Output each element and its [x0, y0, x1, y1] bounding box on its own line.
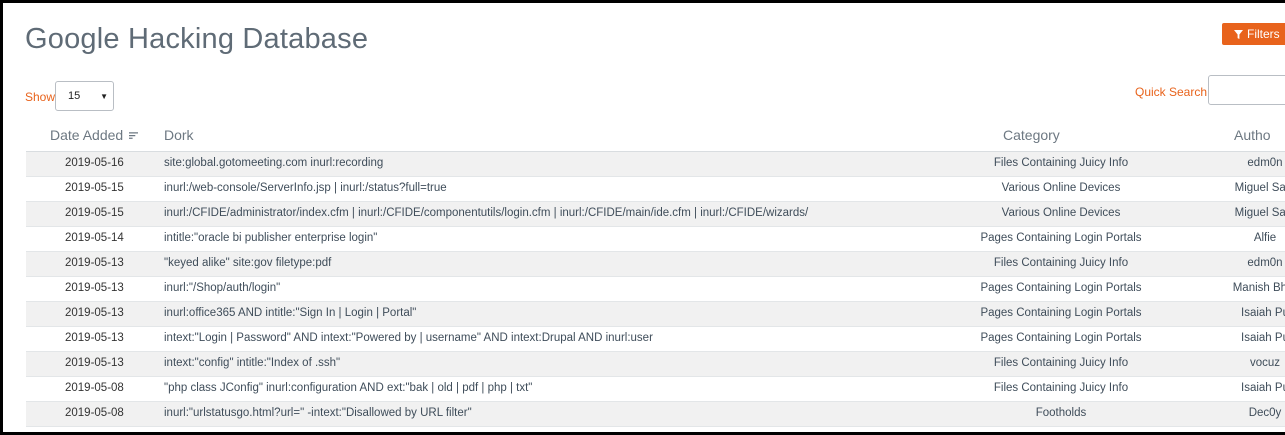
row-dork-link[interactable]: inurl:office365 AND intitle:"Sign In | L…: [164, 307, 416, 319]
filters-button[interactable]: Filters: [1222, 23, 1285, 45]
row-category-link[interactable]: Various Online Devices: [921, 182, 1201, 194]
row-date: 2019-05-15: [65, 207, 124, 219]
filters-label: Filters: [1247, 27, 1280, 41]
row-dork-link[interactable]: inurl:"urlstatusgo.html?url=" -intext:"D…: [164, 407, 472, 419]
row-category-link[interactable]: Pages Containing Login Portals: [921, 307, 1201, 319]
row-date: 2019-05-13: [65, 307, 124, 319]
row-author-link[interactable]: edm0n: [1206, 257, 1285, 269]
row-author-link[interactable]: Miguel Sant: [1206, 182, 1285, 194]
table-row: 2019-05-13 inurl:office365 AND intitle:"S…: [26, 302, 1285, 327]
row-category-link[interactable]: Files Containing Juicy Info: [921, 357, 1201, 369]
quick-search-input[interactable]: [1208, 75, 1285, 105]
row-author-link[interactable]: Isaiah Pu: [1206, 307, 1285, 319]
table-row: 2019-05-13 inurl:"/Shop/auth/login" Pages …: [26, 277, 1285, 302]
dork-table: Date Added Dork Category Autho 2019-05-1…: [26, 121, 1285, 427]
row-dork-link[interactable]: "keyed alike" site:gov filetype:pdf: [164, 257, 331, 269]
row-category-link[interactable]: Pages Containing Login Portals: [921, 232, 1201, 244]
row-dork-link[interactable]: inurl:/web-console/ServerInfo.jsp | inur…: [164, 182, 447, 194]
table-row: 2019-05-15 inurl:/CFIDE/administrator/ind…: [26, 202, 1285, 227]
table-row: 2019-05-14 intitle:"oracle bi publisher e…: [26, 227, 1285, 252]
row-date: 2019-05-13: [65, 357, 124, 369]
column-header-dork[interactable]: Dork: [164, 127, 194, 143]
column-header-author[interactable]: Autho: [1234, 127, 1271, 143]
row-author-link[interactable]: Isaiah Pu: [1206, 332, 1285, 344]
row-date: 2019-05-08: [65, 407, 124, 419]
table-row: 2019-05-16 site:global.gotomeeting.com in…: [26, 152, 1285, 177]
row-category-link[interactable]: Footholds: [921, 407, 1201, 419]
page-title: Google Hacking Database: [25, 23, 369, 55]
table-row: 2019-05-13 intext:"Login | Password" AND …: [26, 327, 1285, 352]
row-date: 2019-05-13: [65, 282, 124, 294]
column-header-category[interactable]: Category: [1003, 127, 1060, 143]
row-author-link[interactable]: vocuz: [1206, 357, 1285, 369]
table-body: 2019-05-16 site:global.gotomeeting.com in…: [26, 152, 1285, 427]
row-author-link[interactable]: Alfie: [1206, 232, 1285, 244]
sort-icon: [129, 132, 139, 139]
show-label: Show: [25, 90, 56, 104]
table-row: 2019-05-08 inurl:"urlstatusgo.html?url=" …: [26, 402, 1285, 427]
row-date: 2019-05-15: [65, 182, 124, 194]
column-header-date-label: Date Added: [50, 127, 124, 143]
row-dork-link[interactable]: inurl:"/Shop/auth/login": [164, 282, 280, 294]
column-header-date[interactable]: Date Added: [50, 127, 139, 143]
row-category-link[interactable]: Pages Containing Login Portals: [921, 282, 1201, 294]
row-author-link[interactable]: Dec0y: [1206, 407, 1285, 419]
entries-per-page-select[interactable]: 15 ▼: [55, 81, 114, 111]
row-dork-link[interactable]: intext:"Login | Password" AND intext:"Po…: [164, 332, 653, 344]
row-author-link[interactable]: Manish Bhar: [1206, 282, 1285, 294]
table-row: 2019-05-13 "keyed alike" site:gov filetyp…: [26, 252, 1285, 277]
table-row: 2019-05-08 "php class JConfig" inurl:conf…: [26, 377, 1285, 402]
row-category-link[interactable]: Various Online Devices: [921, 207, 1201, 219]
row-dork-link[interactable]: inurl:/CFIDE/administrator/index.cfm | i…: [164, 207, 808, 219]
row-author-link[interactable]: edm0n: [1206, 157, 1285, 169]
row-author-link[interactable]: Isaiah Pu: [1206, 382, 1285, 394]
row-dork-link[interactable]: intitle:"oracle bi publisher enterprise …: [164, 232, 377, 244]
show-value: 15: [68, 90, 81, 102]
table-row: 2019-05-13 intext:"config" intitle:"Index…: [26, 352, 1285, 377]
page-frame: Google Hacking Database Filters Show 15 …: [0, 0, 1285, 435]
row-date: 2019-05-14: [65, 232, 124, 244]
row-category-link[interactable]: Files Containing Juicy Info: [921, 382, 1201, 394]
row-date: 2019-05-13: [65, 257, 124, 269]
table-row: 2019-05-15 inurl:/web-console/ServerInfo.…: [26, 177, 1285, 202]
row-author-link[interactable]: Miguel Sant: [1206, 207, 1285, 219]
row-category-link[interactable]: Files Containing Juicy Info: [921, 157, 1201, 169]
row-dork-link[interactable]: site:global.gotomeeting.com inurl:record…: [164, 157, 383, 169]
row-date: 2019-05-16: [65, 157, 124, 169]
row-date: 2019-05-08: [65, 382, 124, 394]
table-header: Date Added Dork Category Autho: [26, 121, 1285, 152]
row-category-link[interactable]: Pages Containing Login Portals: [921, 332, 1201, 344]
row-date: 2019-05-13: [65, 332, 124, 344]
quick-search-label: Quick Search: [1135, 85, 1208, 99]
row-dork-link[interactable]: intext:"config" intitle:"Index of .ssh": [164, 357, 340, 369]
row-dork-link[interactable]: "php class JConfig" inurl:configuration …: [164, 382, 532, 394]
funnel-icon: [1234, 29, 1243, 39]
row-category-link[interactable]: Files Containing Juicy Info: [921, 257, 1201, 269]
caret-down-icon: ▼: [100, 92, 108, 101]
